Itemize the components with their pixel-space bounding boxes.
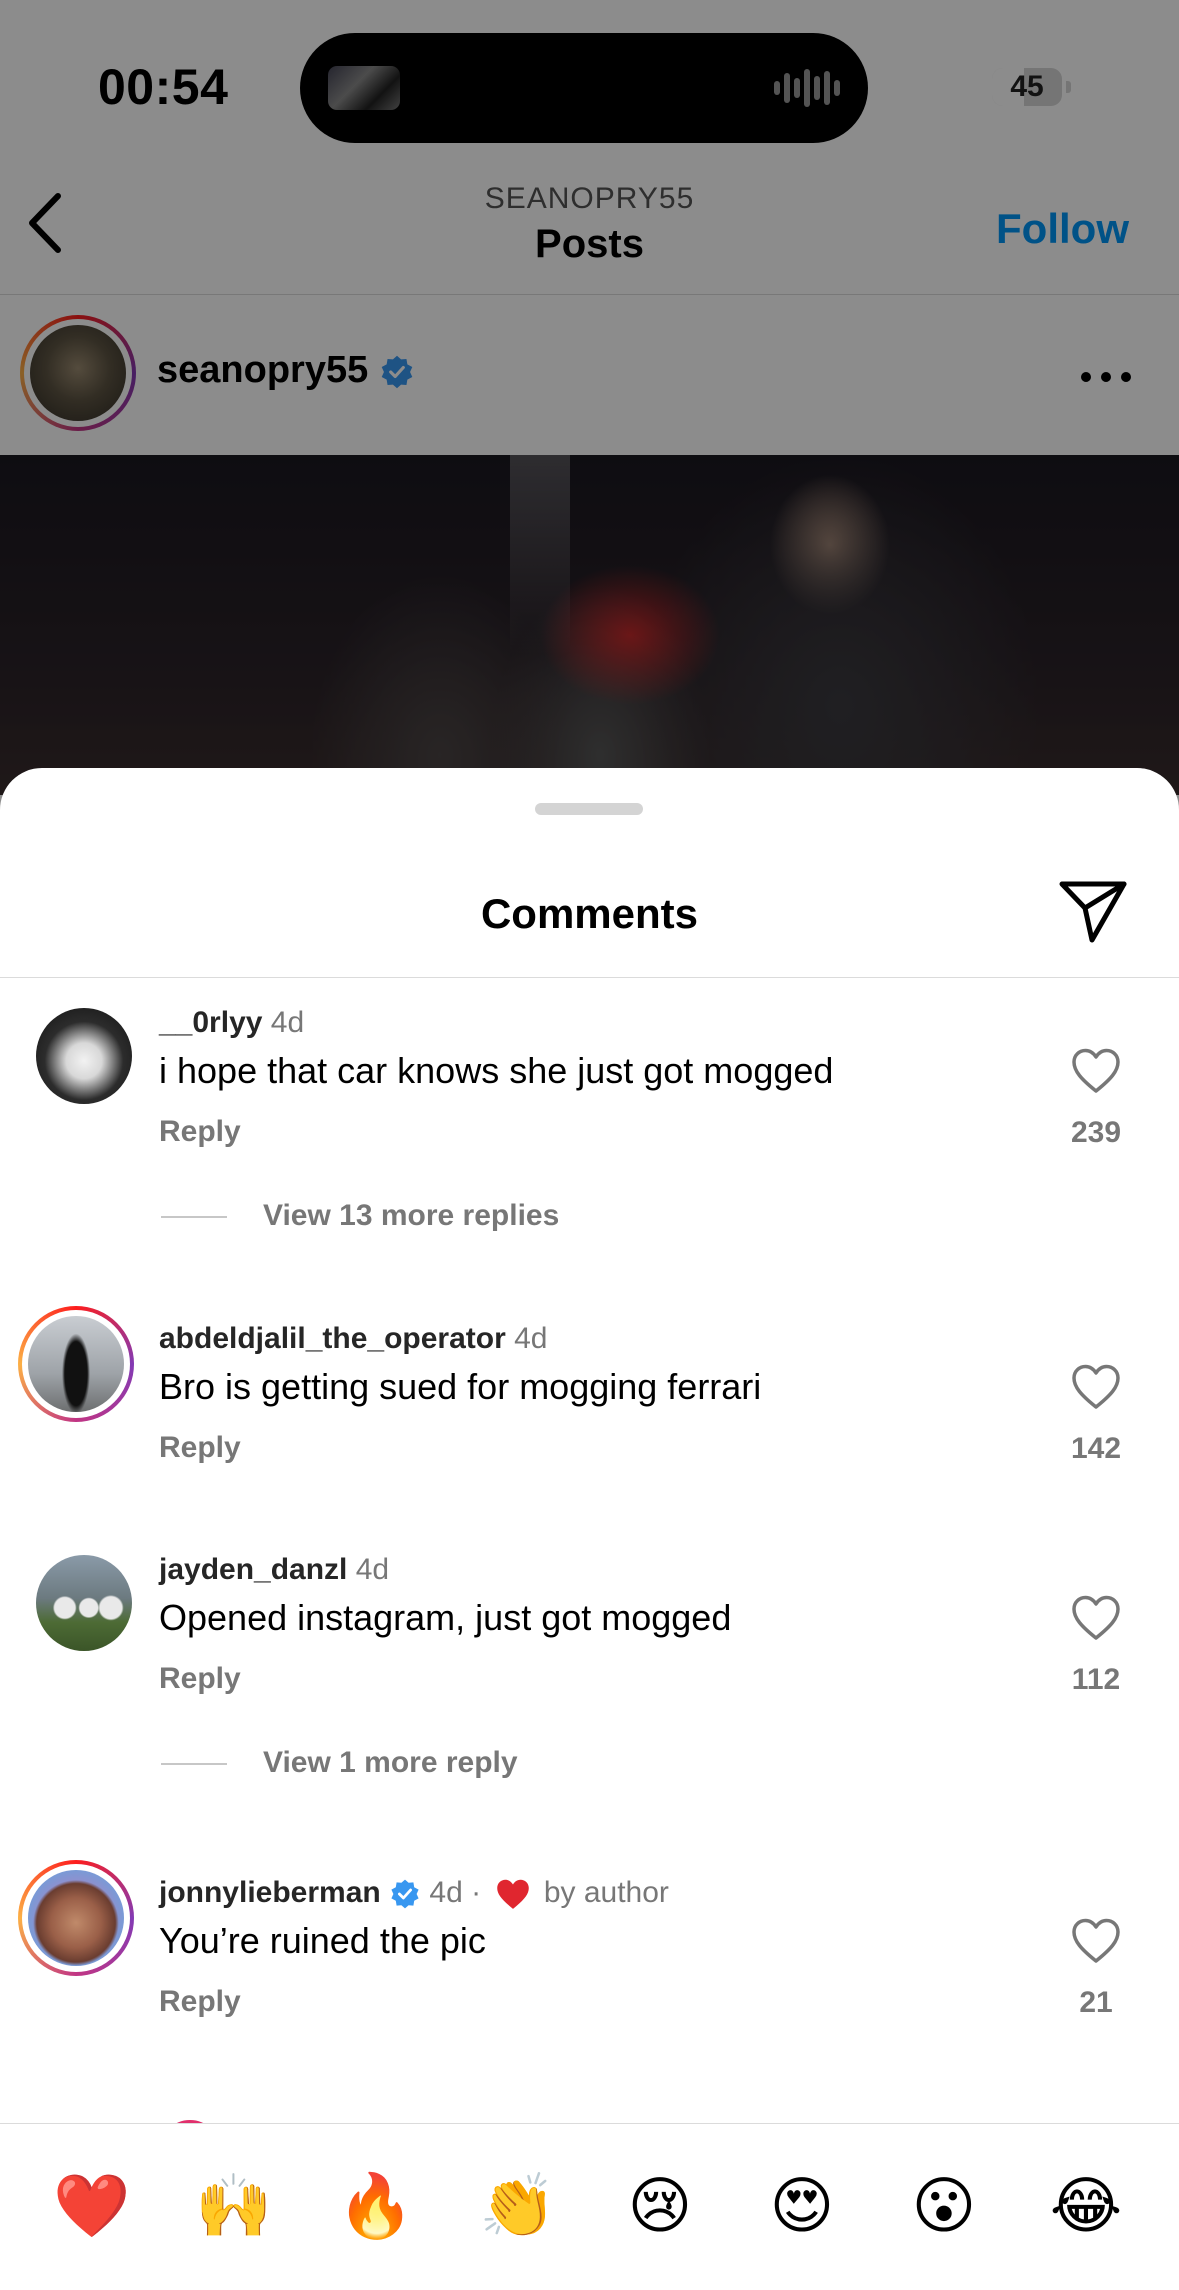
- reply-button[interactable]: Reply: [159, 1115, 241, 1149]
- like-count: 142: [1070, 1432, 1122, 1465]
- sheet-divider: [0, 977, 1179, 978]
- comment-meta: jonnylieberman 4d · by author: [159, 1876, 669, 1911]
- reply-button[interactable]: Reply: [159, 1985, 241, 2019]
- like-count: 112: [1071, 1663, 1121, 1696]
- comments-sheet: Comments __0rlyy 4d i hope that car know…: [0, 768, 1179, 2290]
- meta-separator: ·: [471, 1876, 482, 1909]
- emoji-raising-hands[interactable]: 🙌: [194, 2166, 274, 2246]
- like-count: 239: [1070, 1116, 1122, 1149]
- comment-username[interactable]: __0rlyy: [159, 1006, 262, 1039]
- reply-button[interactable]: Reply: [159, 1662, 241, 1696]
- like-heart-icon[interactable]: [1071, 1595, 1121, 1641]
- emoji-clapping-hands[interactable]: 👏: [478, 2166, 558, 2246]
- sheet-grabber[interactable]: [535, 803, 643, 815]
- commenter-avatar[interactable]: [36, 1555, 132, 1651]
- comment-time: 4d: [514, 1322, 548, 1355]
- comment-text: You’re ruined the pic: [159, 1920, 486, 1961]
- comment-text: Opened instagram, just got mogged: [159, 1597, 732, 1638]
- emoji-heart-eyes[interactable]: 😍: [762, 2166, 842, 2246]
- comment-meta: jayden_danzl 4d: [159, 1553, 389, 1587]
- reply-button[interactable]: Reply: [159, 1431, 241, 1465]
- comment-time: 4d: [429, 1876, 463, 1909]
- comment-username[interactable]: abdeldjalil_the_operator: [159, 1322, 506, 1355]
- view-more-replies[interactable]: View 1 more reply: [161, 1746, 518, 1780]
- comment-text: i hope that car knows she just got mogge…: [159, 1050, 834, 1091]
- comment-meta: abdeldjalil_the_operator 4d: [159, 1322, 547, 1356]
- emoji-laughing-tears[interactable]: 😂: [1046, 2166, 1126, 2246]
- commenter-avatar[interactable]: [18, 1306, 134, 1422]
- comment-meta: __0rlyy 4d: [159, 1006, 304, 1040]
- like-heart-icon[interactable]: [1071, 1918, 1121, 1964]
- emoji-surprised-face[interactable]: 😮: [904, 2166, 984, 2246]
- emoji-fire[interactable]: 🔥: [336, 2166, 416, 2246]
- like-heart-icon[interactable]: [1071, 1364, 1121, 1410]
- liked-by-author-label: by author: [543, 1876, 669, 1909]
- view-more-replies[interactable]: View 13 more replies: [161, 1199, 559, 1233]
- comment-time: 4d: [270, 1006, 305, 1039]
- commenter-avatar[interactable]: [18, 1860, 134, 1976]
- comment-time: 4d: [355, 1553, 390, 1586]
- comment-username[interactable]: jonnylieberman: [159, 1876, 381, 1909]
- send-icon[interactable]: [1058, 878, 1128, 944]
- emoji-crying-face[interactable]: 😢: [620, 2166, 700, 2246]
- liked-by-author-heart-icon: [497, 1879, 530, 1909]
- like-heart-icon[interactable]: [1071, 1048, 1121, 1094]
- comment-username[interactable]: jayden_danzl: [159, 1553, 347, 1586]
- emoji-heart[interactable]: ❤️: [52, 2166, 132, 2246]
- comment-text: Bro is getting sued for mogging ferrari: [159, 1366, 762, 1407]
- comments-title: Comments: [480, 890, 699, 937]
- verified-badge-icon: [391, 1879, 419, 1909]
- commenter-avatar[interactable]: [36, 1008, 132, 1104]
- quick-reaction-bar: ❤️ 🙌 🔥 👏 😢 😍 😮 😂: [0, 2123, 1179, 2290]
- like-count: 21: [1079, 1986, 1113, 2019]
